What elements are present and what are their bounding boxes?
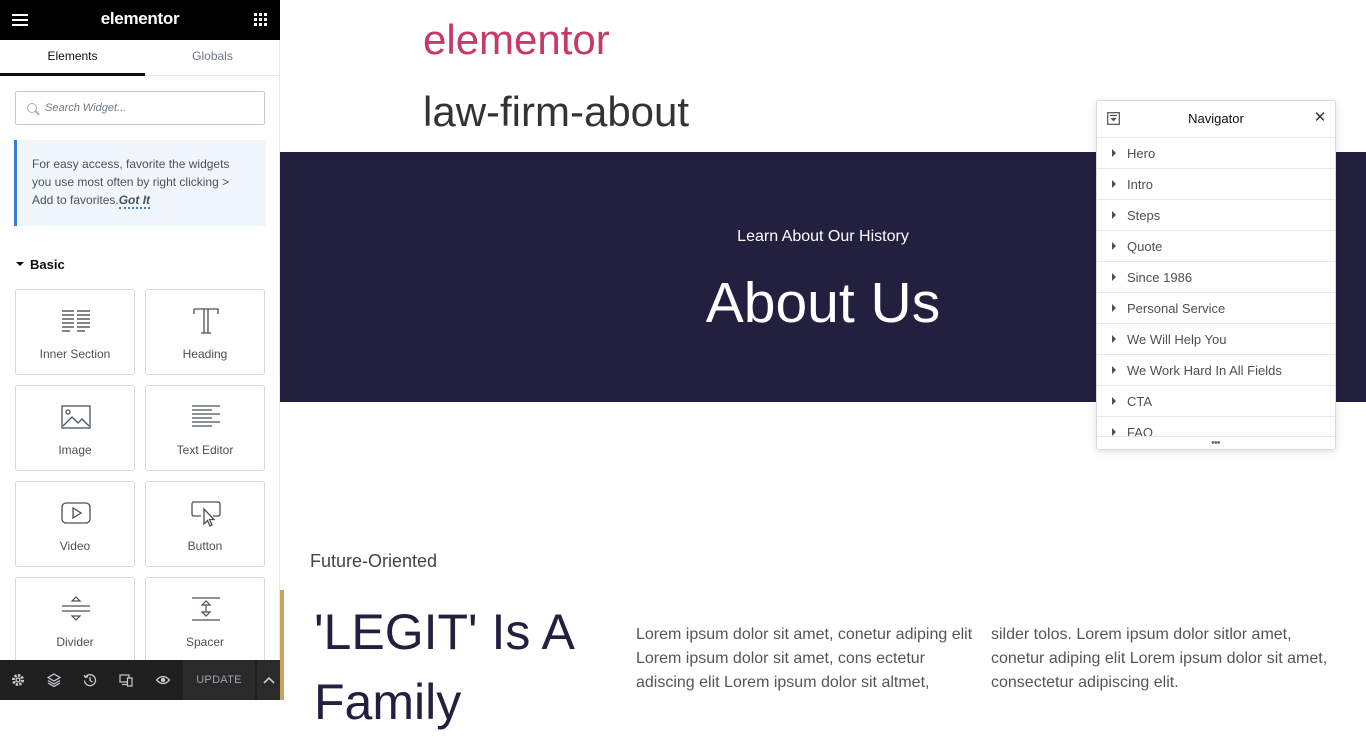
navigator-header[interactable]: Navigator ✕ — [1097, 101, 1335, 138]
widget-label: Text Editor — [176, 443, 234, 457]
intro-title: 'LEGIT' Is A Family — [314, 604, 573, 730]
intro-text-column-1: Lorem ipsum dolor sit amet, conetur adip… — [636, 626, 973, 691]
navigator-item[interactable]: Hero — [1097, 138, 1335, 169]
navigator-item[interactable]: We Will Help You — [1097, 324, 1335, 355]
search-icon — [27, 103, 37, 113]
navigator-item-label: Steps — [1127, 208, 1161, 223]
caret-right-icon[interactable] — [1112, 397, 1116, 405]
tab-elements[interactable]: Elements — [0, 40, 145, 76]
caret-right-icon[interactable] — [1112, 211, 1116, 219]
navigator-item-label: Since 1986 — [1127, 270, 1193, 285]
navigator-resize-handle[interactable]: ••• — [1097, 436, 1335, 449]
widget-label: Button — [187, 539, 223, 553]
image-icon — [61, 405, 91, 429]
caret-right-icon[interactable] — [1112, 335, 1116, 343]
navigator-item-label: Intro — [1127, 177, 1154, 192]
spacer-icon — [192, 597, 220, 621]
widget-text-editor[interactable]: Text Editor — [145, 385, 265, 471]
panel-header: elementor — [0, 0, 280, 40]
search-input[interactable] — [45, 92, 260, 124]
category-basic[interactable]: Basic — [16, 257, 65, 272]
navigator-button[interactable] — [36, 660, 72, 700]
widget-label: Divider — [56, 635, 94, 649]
caret-down-icon — [16, 261, 24, 266]
widget-inner-section[interactable]: Inner Section — [15, 289, 135, 375]
navigator-item-label: Personal Service — [1127, 301, 1226, 316]
widget-button[interactable]: Button — [145, 481, 265, 567]
widget-image[interactable]: Image — [15, 385, 135, 471]
chevron-up-icon — [263, 676, 275, 684]
navigator-item-label: FAQ — [1127, 425, 1154, 436]
caret-right-icon[interactable] — [1112, 242, 1116, 250]
navigator-panel: Navigator ✕ Hero Intro Steps Quote Since… — [1096, 100, 1336, 450]
save-options-button[interactable] — [256, 660, 280, 700]
responsive-mode-button[interactable] — [108, 660, 144, 700]
navigator-list: Hero Intro Steps Quote Since 1986 Person… — [1097, 138, 1335, 436]
widget-divider[interactable]: Divider — [15, 577, 135, 663]
navigator-title: Navigator — [1188, 111, 1244, 126]
update-button[interactable]: UPDATE — [183, 660, 255, 700]
widget-spacer[interactable]: Spacer — [145, 577, 265, 663]
navigator-item-label: We Work Hard In All Fields — [1127, 363, 1282, 378]
navigator-item-label: Hero — [1127, 146, 1156, 161]
panel-tabs: Elements Globals — [0, 40, 280, 76]
text-editor-icon — [192, 405, 220, 427]
inner-section-icon — [62, 310, 90, 332]
responsive-icon — [119, 674, 133, 687]
video-icon — [61, 502, 91, 524]
settings-button[interactable] — [0, 660, 36, 700]
navigator-item[interactable]: CTA — [1097, 386, 1335, 417]
preview-icon — [156, 675, 170, 685]
layers-icon — [47, 673, 61, 687]
widget-label: Heading — [182, 347, 228, 361]
widget-label: Video — [59, 539, 91, 553]
close-icon[interactable]: ✕ — [1311, 109, 1329, 127]
page-title: law-firm-about — [423, 88, 690, 135]
intro-accent-bar — [280, 590, 284, 700]
navigator-item-label: We Will Help You — [1127, 332, 1227, 347]
history-icon — [83, 674, 97, 687]
navigator-item[interactable]: Quote — [1097, 231, 1335, 262]
navigator-item[interactable]: Since 1986 — [1097, 262, 1335, 293]
navigator-item[interactable]: FAQ — [1097, 417, 1335, 436]
caret-right-icon[interactable] — [1112, 273, 1116, 281]
intro-subtitle: Future-Oriented — [310, 551, 438, 571]
widget-label: Inner Section — [39, 347, 111, 361]
heading-icon — [193, 308, 219, 334]
caret-right-icon[interactable] — [1112, 304, 1116, 312]
widgets-grid-icon[interactable] — [254, 13, 267, 26]
divider-icon — [62, 596, 90, 621]
caret-right-icon[interactable] — [1112, 428, 1116, 436]
settings-icon — [12, 674, 24, 686]
panel-logo: elementor — [100, 9, 180, 28]
navigator-item-label: Quote — [1127, 239, 1163, 254]
widget-label: Spacer — [185, 635, 225, 649]
history-button[interactable] — [72, 660, 108, 700]
navigator-item-label: CTA — [1127, 394, 1153, 409]
tab-globals[interactable]: Globals — [145, 40, 280, 76]
navigator-item[interactable]: Intro — [1097, 169, 1335, 200]
got-it-link[interactable]: Got It — [118, 193, 151, 209]
navigator-item[interactable]: We Work Hard In All Fields — [1097, 355, 1335, 386]
navigator-item[interactable]: Personal Service — [1097, 293, 1335, 324]
panel-footer: UPDATE — [0, 660, 280, 700]
widget-search — [15, 91, 265, 125]
button-icon — [191, 501, 221, 527]
caret-right-icon[interactable] — [1112, 180, 1116, 188]
more-dots-icon: ••• — [1211, 437, 1221, 449]
site-name[interactable]: elementor — [423, 16, 610, 64]
preview-button[interactable] — [145, 660, 181, 700]
widget-label: Image — [58, 443, 92, 457]
category-title: Basic — [30, 257, 65, 272]
navigator-item[interactable]: Steps — [1097, 200, 1335, 231]
widget-heading[interactable]: Heading — [145, 289, 265, 375]
widget-video[interactable]: Video — [15, 481, 135, 567]
caret-right-icon[interactable] — [1112, 149, 1116, 157]
editor-panel: elementor Elements Globals For easy acce… — [0, 0, 280, 700]
caret-right-icon[interactable] — [1112, 366, 1116, 374]
favorites-tip: For easy access, favorite the widgets yo… — [14, 140, 266, 226]
intro-text-column-2: silder tolos. Lorem ipsum dolor sitlor a… — [991, 626, 1328, 691]
